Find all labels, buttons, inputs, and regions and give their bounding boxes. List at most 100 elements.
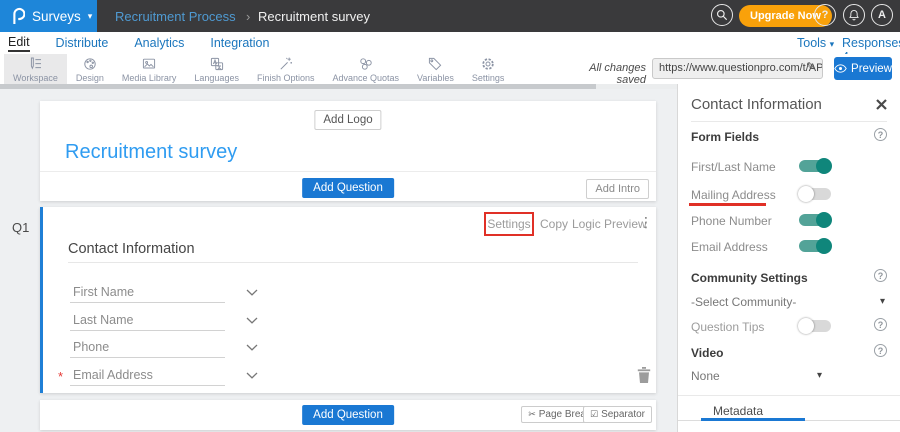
add-question-button-top[interactable]: Add Question <box>302 178 394 198</box>
community-settings-heading: Community Settings <box>691 271 808 285</box>
toolbar-item-advance-quotas[interactable]: Advance Quotas <box>323 54 408 84</box>
linked-rings-icon <box>358 56 374 72</box>
search-icon <box>715 8 729 22</box>
divider <box>68 262 638 263</box>
form-fields-heading: Form Fields <box>691 130 759 144</box>
toolbar-item-languages[interactable]: Languages <box>185 54 248 84</box>
translate-icon <box>209 56 225 72</box>
separator-icon: ☑ <box>590 409 598 420</box>
trash-icon[interactable] <box>637 367 651 383</box>
tab-analytics[interactable]: Analytics <box>134 36 184 50</box>
product-switcher[interactable]: Surveys ▾ <box>0 0 97 32</box>
video-heading: Video <box>691 346 723 360</box>
field-underline <box>70 385 225 386</box>
chevron-down-icon: ▾ <box>88 11 93 22</box>
toggle-phone-number[interactable] <box>799 214 831 226</box>
divider <box>678 395 900 396</box>
tab-integration[interactable]: Integration <box>210 36 269 50</box>
toggle-label-mailing-address: Mailing Address <box>691 188 776 202</box>
toggle-label-email-address: Email Address <box>691 240 768 254</box>
question-logic-link[interactable]: Logic <box>572 217 601 231</box>
toolbar-item-finish-options[interactable]: Finish Options <box>248 54 324 84</box>
add-question-bar: Add Question ✂ Page Break ☑ Separator <box>40 400 656 430</box>
toggle-first-last-name[interactable] <box>799 160 831 172</box>
add-logo-button[interactable]: Add Logo <box>314 110 381 130</box>
field-label: Phone <box>73 340 109 354</box>
gear-icon <box>480 56 496 72</box>
survey-title[interactable]: Recruitment survey <box>65 141 237 164</box>
app-window: Surveys ▾ Recruitment Process › Recruitm… <box>0 0 900 432</box>
toolbar-item-media-library[interactable]: Media Library <box>113 54 186 84</box>
breadcrumb-separator: › <box>246 9 250 24</box>
toolbar-item-workspace[interactable]: Workspace <box>4 54 67 84</box>
field-underline <box>70 357 225 358</box>
breadcrumb-parent[interactable]: Recruitment Process <box>115 9 236 24</box>
toggle-label-first-last-name: First/Last Name <box>691 160 776 174</box>
help-icon[interactable]: ? <box>874 344 887 357</box>
settings-panel: Contact Information Form Fields ? First/… <box>677 84 900 432</box>
add-intro-button[interactable]: Add Intro <box>586 179 649 199</box>
help-icon[interactable]: ? <box>874 269 887 282</box>
divider <box>691 121 887 122</box>
bell-icon <box>847 8 861 22</box>
preview-button[interactable]: Preview <box>834 57 892 80</box>
tab-edit[interactable]: Edit <box>8 35 30 52</box>
tag-icon <box>427 56 443 72</box>
tools-menu[interactable]: Tools ▾ <box>797 36 834 50</box>
toolbar-item-variables[interactable]: Variables <box>408 54 463 84</box>
chevron-down-icon[interactable] <box>246 344 258 351</box>
survey-url-input[interactable]: https://www.questionpro.com/t/APNrFZ <box>652 58 823 79</box>
video-select[interactable]: None <box>691 369 720 383</box>
chevron-down-icon: ▾ <box>830 39 835 49</box>
toolbar-item-settings[interactable]: Settings <box>463 54 514 84</box>
avatar[interactable]: A <box>871 4 893 26</box>
toggle-question-tips[interactable] <box>799 320 831 332</box>
community-select[interactable]: -Select Community- <box>691 295 796 309</box>
toolbar-item-design[interactable]: Design <box>67 54 113 84</box>
field-underline <box>70 302 225 303</box>
chevron-down-icon: ▾ <box>817 370 822 381</box>
chevron-down-icon[interactable] <box>246 317 258 324</box>
add-question-button-bottom[interactable]: Add Question <box>302 405 394 425</box>
mailing-address-annotation-underline <box>689 203 766 206</box>
help-icon[interactable]: ? <box>874 128 887 141</box>
close-icon[interactable] <box>876 99 887 110</box>
page-break-icon: ✂ <box>528 409 536 420</box>
horizontal-scrollbar-thumb[interactable] <box>0 84 596 89</box>
toolbar-items: Workspace Design Media Library Languages… <box>4 54 513 84</box>
image-icon <box>141 56 157 72</box>
avatar-initial: A <box>878 9 886 21</box>
help-icon[interactable]: ? <box>874 318 887 331</box>
separator-button[interactable]: ☑ Separator <box>583 406 652 423</box>
field-label: Email Address <box>73 368 153 382</box>
question-copy-link[interactable]: Copy <box>540 217 568 231</box>
tab-distribute[interactable]: Distribute <box>56 36 109 50</box>
eye-icon <box>834 64 847 73</box>
toggle-label-phone-number: Phone Number <box>691 214 772 228</box>
question-mark-icon: ? <box>822 9 829 21</box>
palette-icon <box>82 56 98 72</box>
edit-url-icon[interactable]: ✎ <box>806 60 815 73</box>
notifications-button[interactable] <box>843 4 865 26</box>
settings-annotation-box: Settings <box>484 212 534 236</box>
magic-wand-icon <box>278 56 294 72</box>
required-asterisk: * <box>58 369 63 384</box>
toggle-knob <box>816 238 832 254</box>
chevron-down-icon: ▾ <box>880 296 885 307</box>
search-button[interactable] <box>711 4 733 26</box>
chevron-down-icon[interactable] <box>246 289 258 296</box>
tab-metadata[interactable]: Metadata <box>713 404 763 418</box>
toggle-email-address[interactable] <box>799 240 831 252</box>
question-title[interactable]: Contact Information <box>68 241 195 257</box>
toggle-mailing-address[interactable] <box>799 188 831 200</box>
workspace-icon <box>27 56 43 72</box>
help-button[interactable]: ? <box>814 4 836 26</box>
question-settings-link[interactable]: Settings <box>487 217 530 231</box>
field-label: First Name <box>73 285 134 299</box>
metadata-active-underline <box>701 418 805 421</box>
question-card: Settings Copy Logic Preview ⋮ Contact In… <box>40 207 656 393</box>
chevron-down-icon[interactable] <box>246 372 258 379</box>
question-menu-icon[interactable]: ⋮ <box>639 214 653 231</box>
field-label: Last Name <box>73 313 133 327</box>
toggle-knob <box>798 186 814 202</box>
